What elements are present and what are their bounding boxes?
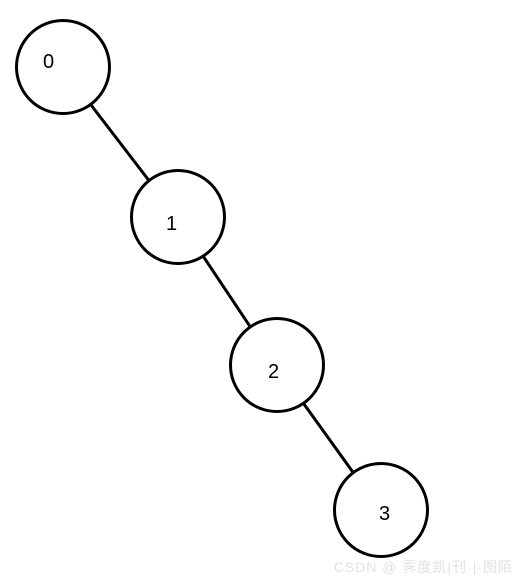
node-label-1: 1 xyxy=(166,213,177,236)
diagram-canvas: 0 1 2 3 CSDN @ 霁度凯|刊·|·图陌 xyxy=(0,0,531,583)
node-label-3: 3 xyxy=(379,503,390,526)
node-label-2: 2 xyxy=(268,361,279,384)
node-label-0: 0 xyxy=(43,51,54,74)
node-0 xyxy=(15,19,111,115)
node-1 xyxy=(130,169,226,265)
watermark-text: CSDN @ 霁度凯|刊·|·图陌 xyxy=(334,557,513,577)
